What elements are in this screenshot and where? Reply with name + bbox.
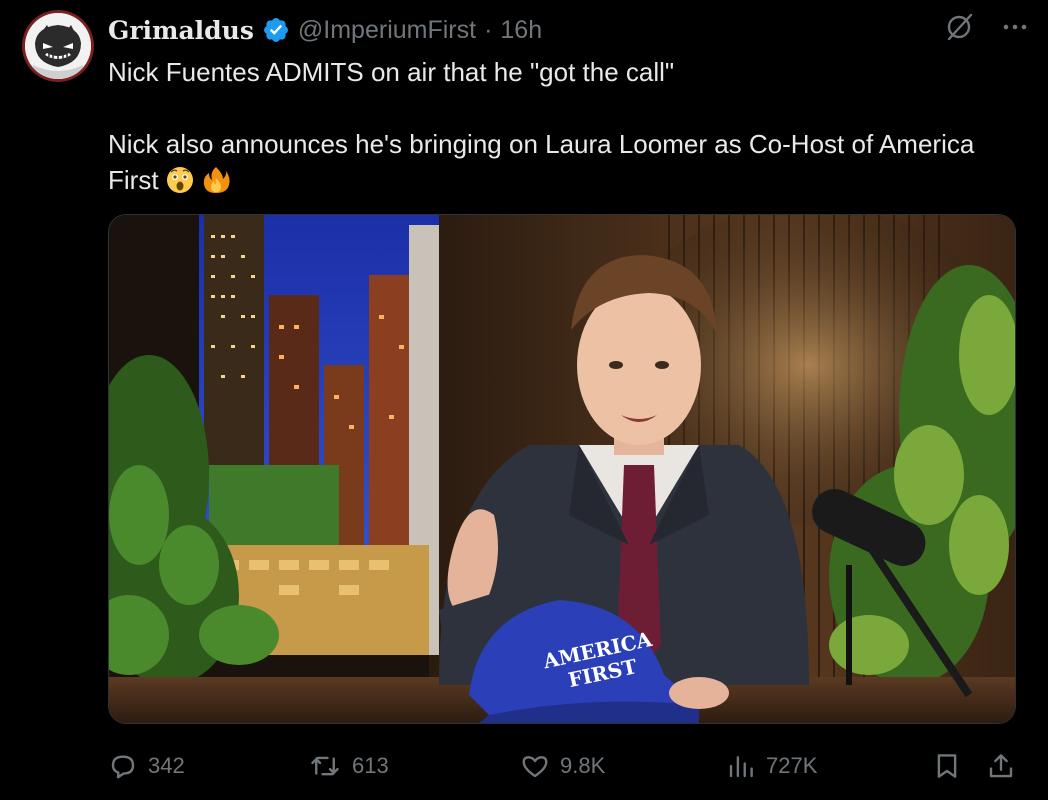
tweet-header: Grimaldus @ImperiumFirst · 16h (108, 12, 542, 48)
more-icon[interactable] (1000, 12, 1030, 42)
tweet-text: Nick Fuentes ADMITS on air that he "got … (108, 54, 1028, 198)
reply-button[interactable]: 342 (108, 746, 185, 786)
bookmark-button[interactable] (932, 746, 962, 786)
fire-emoji (203, 167, 230, 193)
views-count: 727K (766, 753, 818, 778)
separator: · (484, 15, 493, 44)
like-count: 9.8K (560, 753, 606, 778)
action-bar: 342 613 9.8K 727K (108, 746, 1018, 786)
share-icon (989, 754, 1013, 778)
top-icons (944, 12, 1030, 42)
tweet-line-3: First (108, 162, 1028, 198)
like-icon (522, 756, 548, 778)
reply-icon (111, 755, 135, 779)
video-frame: AMERICA FIRST (109, 215, 1015, 723)
repost-count: 613 (352, 753, 389, 778)
tweet[interactable]: Grimaldus @ImperiumFirst · 16h Nick Fuen… (0, 0, 1048, 800)
grok-icon[interactable] (944, 12, 974, 42)
views-button[interactable]: 727K (726, 746, 817, 786)
media-video[interactable]: AMERICA FIRST (108, 214, 1016, 724)
astonished-face-emoji (166, 167, 193, 193)
like-button[interactable]: 9.8K (520, 746, 605, 786)
views-icon (729, 756, 753, 778)
bookmark-icon (937, 754, 957, 778)
tweet-line-2: Nick also announces he's bringing on Lau… (108, 129, 975, 159)
avatar[interactable] (22, 10, 94, 82)
repost-icon (311, 756, 339, 776)
verified-icon (263, 18, 288, 42)
repost-button[interactable]: 613 (308, 746, 389, 786)
timestamp[interactable]: 16h (500, 16, 542, 45)
tweet-line-1: Nick Fuentes ADMITS on air that he "got … (108, 57, 675, 87)
avatar-image (25, 13, 91, 79)
tweet-line-3-text: First (108, 165, 159, 195)
reply-count: 342 (148, 753, 185, 778)
display-name[interactable]: Grimaldus (108, 16, 254, 45)
handle[interactable]: @ImperiumFirst (298, 16, 476, 45)
share-button[interactable] (986, 746, 1016, 786)
